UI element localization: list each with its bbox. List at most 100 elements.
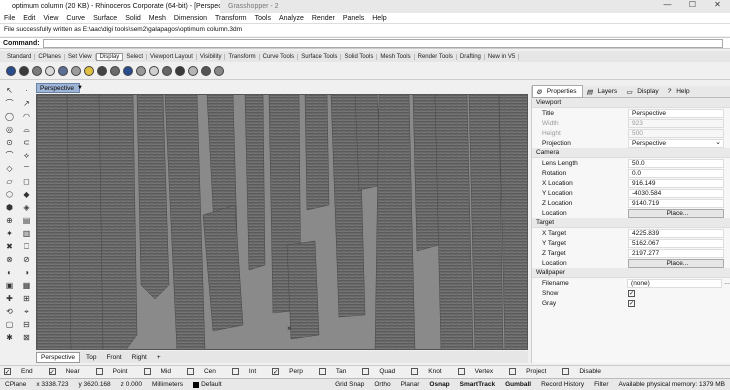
left-tool-36-icon[interactable]: ⌖ [20,306,33,317]
gray-checkbox[interactable]: ✓ [628,299,635,307]
menu-item-curve[interactable]: Curve [66,15,85,22]
display-tool-11-icon[interactable] [136,65,146,76]
display-tool-15-icon[interactable] [188,65,198,76]
left-tool-31-icon[interactable]: ▣ [3,280,16,291]
tab-render-tools[interactable]: Render Tools [415,53,457,60]
left-tool-32-icon[interactable]: ▦ [20,280,33,291]
left-tool-35-icon[interactable]: ⟲ [3,306,16,317]
osnap-end-checkbox[interactable]: ✓ [4,368,11,376]
display-tool-2-icon[interactable] [19,65,29,76]
rotation-field[interactable]: 0.0 [628,168,724,178]
viewport-tab-add[interactable]: + [153,353,165,362]
tab-drafting[interactable]: Drafting [457,53,485,60]
grid-snap-toggle[interactable]: Grid Snap [330,381,369,388]
osnap-int[interactable]: Int [231,368,264,375]
display-tool-16-icon[interactable] [201,65,211,76]
viewport-tab-front[interactable]: Front [102,353,125,362]
left-tool-40-icon[interactable]: ⊠ [20,332,33,343]
maximize-button[interactable]: ☐ [680,0,705,9]
viewport-tab-right[interactable]: Right [128,353,151,362]
display-tool-14-icon[interactable] [175,65,185,76]
smarttrack-toggle[interactable]: SmartTrack [455,381,500,388]
close-button[interactable]: ✕ [705,0,730,9]
menu-item-mesh[interactable]: Mesh [149,15,166,22]
gumball-toggle[interactable]: Gumball [500,381,536,388]
tab-surface-tools[interactable]: Surface Tools [298,53,342,60]
record-history-toggle[interactable]: Record History [536,381,589,388]
tab-solid-tools[interactable]: Solid Tools [341,53,378,60]
lens-field[interactable]: 50.0 [628,158,724,168]
grasshopper-window-title[interactable]: Grasshopper - 2 — ☐ ✕ [220,0,730,13]
menu-item-panels[interactable]: Panels [343,15,364,22]
osnap-cen-checkbox[interactable] [186,368,194,375]
minimize-button[interactable]: — [655,0,680,9]
left-tool-23-icon[interactable]: ✦ [3,228,16,239]
display-tool-1-icon[interactable] [6,65,16,76]
left-tool-17-icon[interactable]: ⬡ [3,189,16,200]
osnap-near[interactable]: ✓ Near [48,368,88,376]
menu-item-file[interactable]: File [4,15,15,22]
left-tool-8-icon[interactable]: ⌓ [20,124,33,135]
display-tool-3-icon[interactable] [32,65,42,76]
left-tool-33-icon[interactable]: ✚ [3,293,16,304]
menu-item-help[interactable]: Help [372,15,386,22]
osnap-vertex[interactable]: Vertex [457,368,501,375]
osnap-end[interactable]: ✓ End [4,368,41,376]
left-tool-27-icon[interactable]: ⊗ [3,254,16,265]
tab-display[interactable]: Display [95,52,124,61]
viewport-section[interactable]: Viewport [532,98,730,108]
osnap-tan[interactable]: Tan [318,368,354,375]
y-target-field[interactable]: 5162.067 [628,238,724,248]
left-tool-25-icon[interactable]: ✖ [3,241,16,252]
left-tool-4-icon[interactable]: ↗ [20,98,33,109]
tab-set-view[interactable]: Set View [65,53,96,60]
osnap-knot-checkbox[interactable] [411,368,419,375]
menu-item-tools[interactable]: Tools [255,15,271,22]
display-tool-7-icon[interactable] [84,65,94,76]
filename-field[interactable]: (none) [627,278,722,288]
y-location-field[interactable]: -4030.584 [628,188,724,198]
osnap-cen[interactable]: Cen [186,368,224,375]
left-tool-16-icon[interactable]: ◻ [20,176,33,187]
left-tool-3-icon[interactable]: ⌒ [3,98,16,109]
viewport-tab-perspective[interactable]: Perspective [36,351,80,363]
osnap-perp[interactable]: ✓ Perp [272,368,311,376]
viewport-title[interactable]: Perspective ▼ [36,83,83,93]
viewport-tab-top[interactable]: Top [82,353,100,362]
perspective-viewport[interactable]: × [36,94,528,350]
display-tool-9-icon[interactable] [110,65,120,76]
osnap-project-checkbox[interactable] [509,368,517,375]
show-checkbox[interactable]: ✓ [628,289,635,297]
left-tool-7-icon[interactable]: ◎ [3,124,16,135]
left-tool-14-icon[interactable]: ⌔ [20,163,33,174]
wallpaper-section[interactable]: Wallpaper [532,268,730,278]
osnap-project[interactable]: Project [509,368,554,375]
left-tool-9-icon[interactable]: ⊙ [3,137,16,148]
menu-item-edit[interactable]: Edit [23,15,35,22]
display-tool-10-icon[interactable] [123,65,133,76]
projection-select[interactable]: Perspective [628,138,724,148]
left-tool-1-icon[interactable]: ↖ [3,85,16,96]
display-tool-12-icon[interactable] [149,65,159,76]
left-tool-11-icon[interactable]: ⌒ [3,150,16,161]
osnap-tan-checkbox[interactable] [318,368,326,375]
x-location-field[interactable]: 916.149 [628,178,724,188]
osnap-quad[interactable]: Quad [362,368,403,375]
menu-item-analyze[interactable]: Analyze [279,15,304,22]
left-tool-10-icon[interactable]: ⊂ [20,137,33,148]
osnap-mid-checkbox[interactable] [143,368,151,375]
left-tool-21-icon[interactable]: ⊕ [3,215,16,226]
menu-item-view[interactable]: View [43,15,58,22]
left-tool-15-icon[interactable]: ▱ [3,176,16,187]
cplane-label[interactable]: CPlane [0,381,31,388]
osnap-disable-checkbox[interactable] [562,368,570,375]
x-target-field[interactable]: 4225.839 [628,228,724,238]
tab-mesh-tools[interactable]: Mesh Tools [377,53,415,60]
tab-visibility[interactable]: Visibility [197,53,226,60]
browse-button[interactable]: … [724,280,730,286]
display-tool-6-icon[interactable] [71,65,81,76]
left-tool-6-icon[interactable]: ◠ [20,111,33,122]
left-tool-24-icon[interactable]: ▥ [20,228,33,239]
camera-place-button[interactable]: Place... [628,208,724,218]
panel-tab-help[interactable]: ? Help [665,86,696,97]
